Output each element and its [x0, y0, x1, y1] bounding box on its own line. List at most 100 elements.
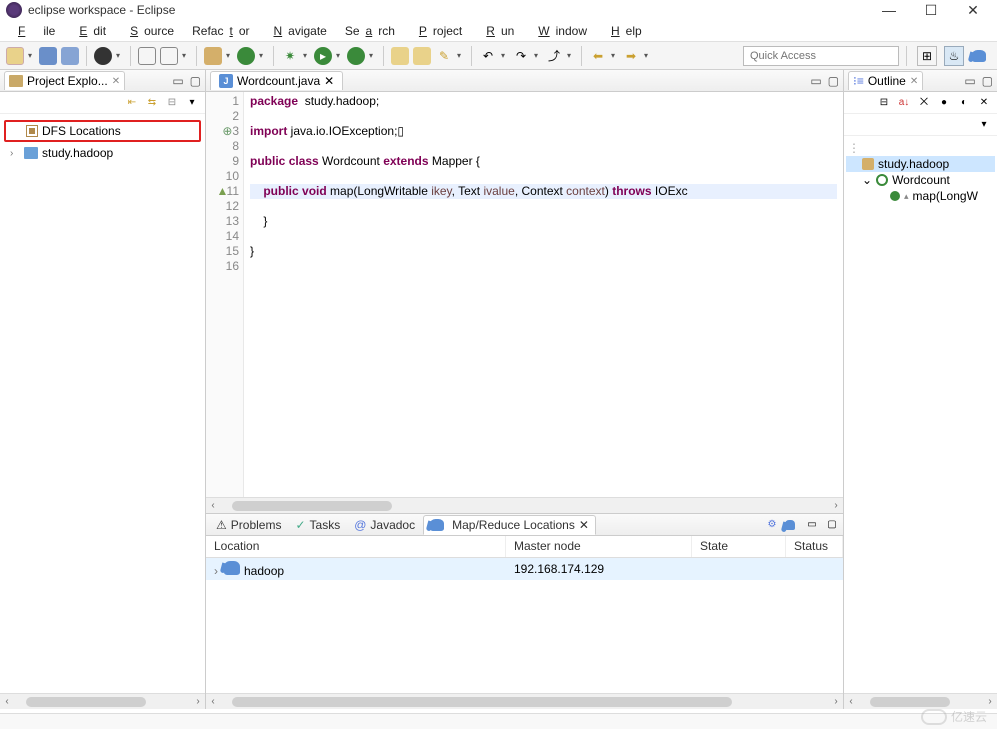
minimize-view-icon[interactable]: ▭ [172, 74, 183, 88]
project-explorer-toolbar: ⇤ ⇆ ⊟ ▾ [0, 92, 205, 114]
debug-button-icon[interactable]: ✷ [281, 47, 299, 65]
menu-navigate[interactable]: Navigate [261, 22, 332, 40]
editor-tab-wordcount[interactable]: J Wordcount.java ✕ [210, 71, 343, 90]
close-icon[interactable]: ✕ [324, 74, 334, 88]
col-location[interactable]: Location [206, 536, 506, 557]
col-state[interactable]: State [692, 536, 786, 557]
menu-help[interactable]: Help [599, 22, 648, 40]
outline-tab[interactable]: ⁝≡ Outline ✕ [848, 71, 923, 90]
bottom-scrollbar[interactable]: ‹› [206, 693, 843, 709]
focus-icon[interactable]: ⊟ [165, 96, 179, 110]
hide-nonpublic-icon[interactable]: ◐ [957, 96, 971, 110]
menu-file[interactable]: File [6, 22, 61, 40]
menu-run[interactable]: Run [474, 22, 520, 40]
forward-button-icon[interactable]: ➡ [622, 47, 640, 65]
main-toolbar: ▾ ▾ ▾ ▾ ▾ ✷▾ ▸▾ ▾ ✎▾ ↶▾ ↷▾ ⤴▾ ⬅▾ ➡▾ ⊞ ♨ [0, 42, 997, 70]
nav-next-icon[interactable]: ↷ [512, 47, 530, 65]
hide-localtypes-icon[interactable]: ✕ [977, 96, 991, 110]
code-editor[interactable]: 12⊕38910▲111213141516 package study.hado… [206, 92, 843, 497]
search-button-icon[interactable]: ✎ [435, 47, 453, 65]
hide-static-icon[interactable]: ● [937, 96, 951, 110]
new-java-package-icon[interactable] [204, 47, 222, 65]
outline-root[interactable]: ⋮ [846, 140, 995, 156]
maximize-view-icon[interactable]: ▢ [982, 74, 993, 88]
open-type-icon[interactable] [138, 47, 156, 65]
outline-method[interactable]: ▴map(LongW [846, 188, 995, 204]
outline-package[interactable]: study.hadoop [846, 156, 995, 172]
expand-icon[interactable]: › [214, 564, 218, 578]
edit-location-icon[interactable] [785, 518, 799, 532]
outline-class[interactable]: ⌄Wordcount [846, 172, 995, 188]
menu-search[interactable]: Search [339, 22, 401, 40]
view-menu-icon[interactable]: ▾ [185, 96, 199, 110]
focus-active-icon[interactable]: ⊟ [877, 96, 891, 110]
new-dropdown-icon[interactable]: ▾ [28, 51, 35, 60]
close-icon[interactable]: ✕ [910, 76, 918, 87]
javadoc-icon: @ [354, 518, 366, 532]
hide-fields-icon[interactable]: ⨉ [917, 96, 931, 110]
link-editor-icon[interactable]: ⇆ [145, 96, 159, 110]
view-menu-icon[interactable]: ▾ [977, 118, 991, 132]
row-location: hadoop [244, 564, 284, 578]
quick-access-input[interactable] [743, 46, 899, 66]
new-button-icon[interactable] [6, 47, 24, 65]
outline-icon: ⁝≡ [853, 74, 864, 88]
minimize-view-icon[interactable]: ▭ [805, 518, 819, 532]
mapreduce-perspective-icon[interactable] [971, 46, 991, 66]
new-java-class-icon[interactable] [237, 47, 255, 65]
locations-table-row[interactable]: ›hadoop 192.168.174.129 [206, 558, 843, 580]
expand-icon[interactable]: › [10, 148, 20, 159]
outline-title: Outline [868, 74, 906, 88]
sort-icon[interactable]: a↓ [897, 96, 911, 110]
new-project-icon[interactable] [391, 47, 409, 65]
nav-prev-icon[interactable]: ↶ [479, 47, 497, 65]
maximize-view-icon[interactable]: ▢ [190, 74, 201, 88]
menu-refactor[interactable]: Refactor [186, 22, 255, 40]
toggle-button-icon[interactable] [94, 47, 112, 65]
col-master[interactable]: Master node [506, 536, 692, 557]
maximize-button[interactable]: ☐ [919, 2, 943, 19]
maximize-view-icon[interactable]: ▢ [828, 74, 839, 88]
save-all-button-icon[interactable] [61, 47, 79, 65]
editor-scrollbar[interactable]: ‹› [206, 497, 843, 513]
tree-item-study-hadoop[interactable]: › study.hadoop [0, 144, 205, 162]
outline-scrollbar[interactable]: ‹› [844, 693, 997, 709]
workbench: Project Explo... ✕ ▭ ▢ ⇤ ⇆ ⊟ ▾ DFS Locat… [0, 70, 997, 709]
open-project-icon[interactable] [413, 47, 431, 65]
tree-item-dfs-locations[interactable]: DFS Locations [6, 122, 199, 140]
close-button[interactable]: ✕ [961, 2, 985, 19]
menu-project[interactable]: Project [407, 22, 468, 40]
collapse-all-icon[interactable]: ⇤ [125, 96, 139, 110]
bottom-panel: ⚠Problems ✓Tasks @Javadoc Map/Reduce Loc… [206, 513, 843, 709]
java-perspective-icon[interactable]: ♨ [944, 46, 964, 66]
open-task-icon[interactable] [160, 47, 178, 65]
project-explorer-tab[interactable]: Project Explo... ✕ [4, 71, 125, 90]
tab-tasks[interactable]: ✓Tasks [289, 516, 346, 534]
row-status [786, 566, 843, 572]
back-button-icon[interactable]: ⬅ [589, 47, 607, 65]
collapse-icon[interactable]: ⌄ [862, 173, 872, 187]
code-content[interactable]: package study.hadoop;import java.io.IOEx… [244, 92, 843, 497]
minimize-button[interactable]: — [877, 2, 901, 19]
new-location-icon[interactable]: ⚙ [765, 518, 779, 532]
outline-tabbar: ⁝≡ Outline ✕ ▭ ▢ [844, 70, 997, 92]
menu-window[interactable]: Window [526, 22, 593, 40]
menu-edit[interactable]: Edit [67, 22, 112, 40]
run-last-button-icon[interactable] [347, 47, 365, 65]
tab-mapreduce-locations[interactable]: Map/Reduce Locations ✕ [423, 515, 596, 535]
project-explorer-scrollbar[interactable]: ‹› [0, 693, 205, 709]
col-status[interactable]: Status [786, 536, 843, 557]
run-button-icon[interactable]: ▸ [314, 47, 332, 65]
maximize-view-icon[interactable]: ▢ [825, 518, 839, 532]
save-button-icon[interactable] [39, 47, 57, 65]
minimize-view-icon[interactable]: ▭ [810, 74, 821, 88]
tab-problems[interactable]: ⚠Problems [210, 516, 287, 534]
open-perspective-icon[interactable]: ⊞ [917, 46, 937, 66]
nav-up-icon[interactable]: ⤴ [545, 47, 563, 65]
bottom-tabbar: ⚠Problems ✓Tasks @Javadoc Map/Reduce Loc… [206, 514, 843, 536]
close-icon[interactable]: ✕ [112, 76, 120, 87]
close-icon[interactable]: ✕ [579, 518, 589, 532]
minimize-view-icon[interactable]: ▭ [964, 74, 975, 88]
menu-source[interactable]: Source [118, 22, 180, 40]
tab-javadoc[interactable]: @Javadoc [348, 516, 421, 534]
